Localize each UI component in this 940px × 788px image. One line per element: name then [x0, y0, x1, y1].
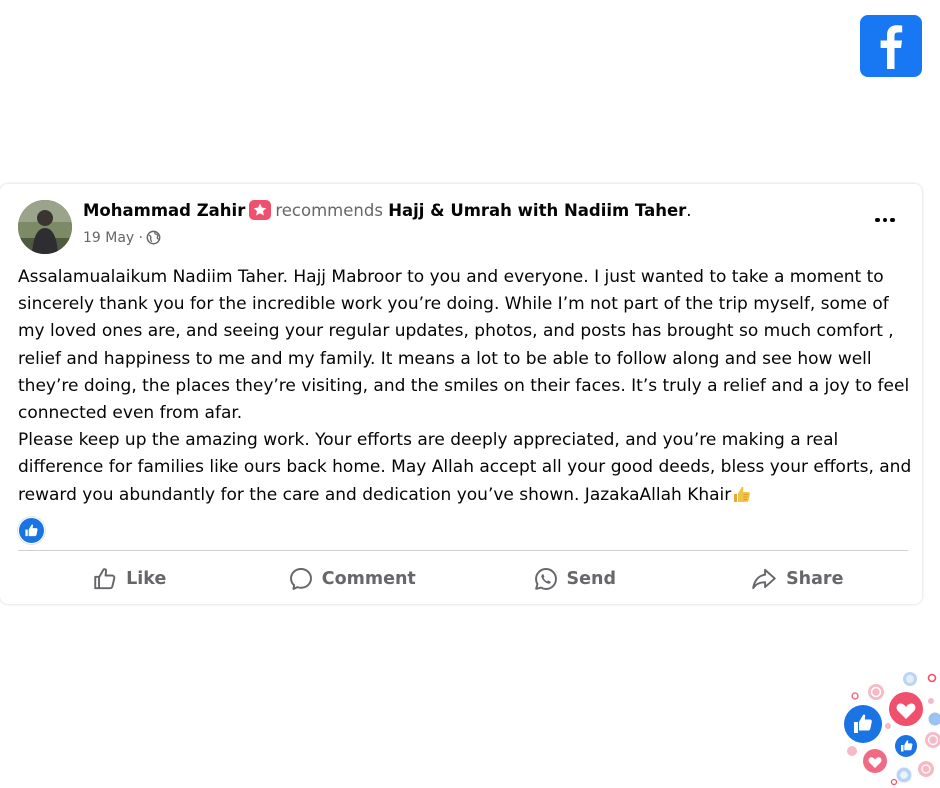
post-paragraph-1: Assalamualaikum Nadiim Taher. Hajj Mabro… [18, 267, 910, 424]
like-button[interactable]: Like [18, 558, 241, 600]
page-name-link[interactable]: Hajj & Umrah with Nadiim Taher [388, 201, 686, 220]
post-paragraph-2: Please keep up the amazing work. Your ef… [18, 427, 913, 509]
post-date[interactable]: 19 May [83, 230, 134, 246]
post-meta: 19 May · [83, 228, 161, 248]
comment-label: Comment [321, 569, 416, 589]
like-reaction-icon[interactable] [18, 517, 45, 544]
share-button[interactable]: Share [686, 558, 909, 600]
author-name[interactable]: Mohammad Zahir [83, 201, 245, 220]
recommendation-star-icon [249, 200, 272, 220]
post-header: Mohammad Zahir recommends Hajj & Umrah wi… [83, 200, 692, 222]
more-options-button[interactable] [868, 210, 902, 230]
comment-bubble-icon [289, 568, 312, 590]
post-body: Assalamualaikum Nadiim Taher. Hajj Mabro… [18, 264, 913, 509]
author-avatar[interactable] [18, 200, 72, 254]
post-actions-bar: Like Comment Send Share [18, 558, 908, 600]
comment-button[interactable]: Comment [241, 558, 464, 600]
facebook-logo [860, 15, 922, 77]
send-label: Send [566, 569, 616, 589]
recommends-text: recommends [275, 201, 383, 220]
like-label: Like [126, 569, 167, 589]
thumbs-up-emoji-icon [734, 486, 751, 502]
share-arrow-icon [752, 568, 776, 590]
meta-separator: · [138, 230, 144, 246]
post-paragraph-2-text: Please keep up the amazing work. Your ef… [18, 430, 912, 505]
send-button[interactable]: Send [463, 558, 686, 600]
reactions-decoration-icon [844, 672, 940, 786]
header-period: . [686, 201, 692, 220]
thumbs-up-icon [94, 568, 116, 590]
globe-icon [146, 230, 161, 245]
more-dot [875, 217, 880, 223]
recommendation-post-card: Mohammad Zahir recommends Hajj & Umrah wi… [0, 184, 922, 604]
whatsapp-icon [534, 568, 557, 590]
more-dot [890, 217, 895, 223]
more-dot [882, 217, 888, 223]
share-label: Share [786, 569, 844, 589]
facebook-f-icon [880, 25, 903, 69]
actions-divider [18, 550, 908, 551]
